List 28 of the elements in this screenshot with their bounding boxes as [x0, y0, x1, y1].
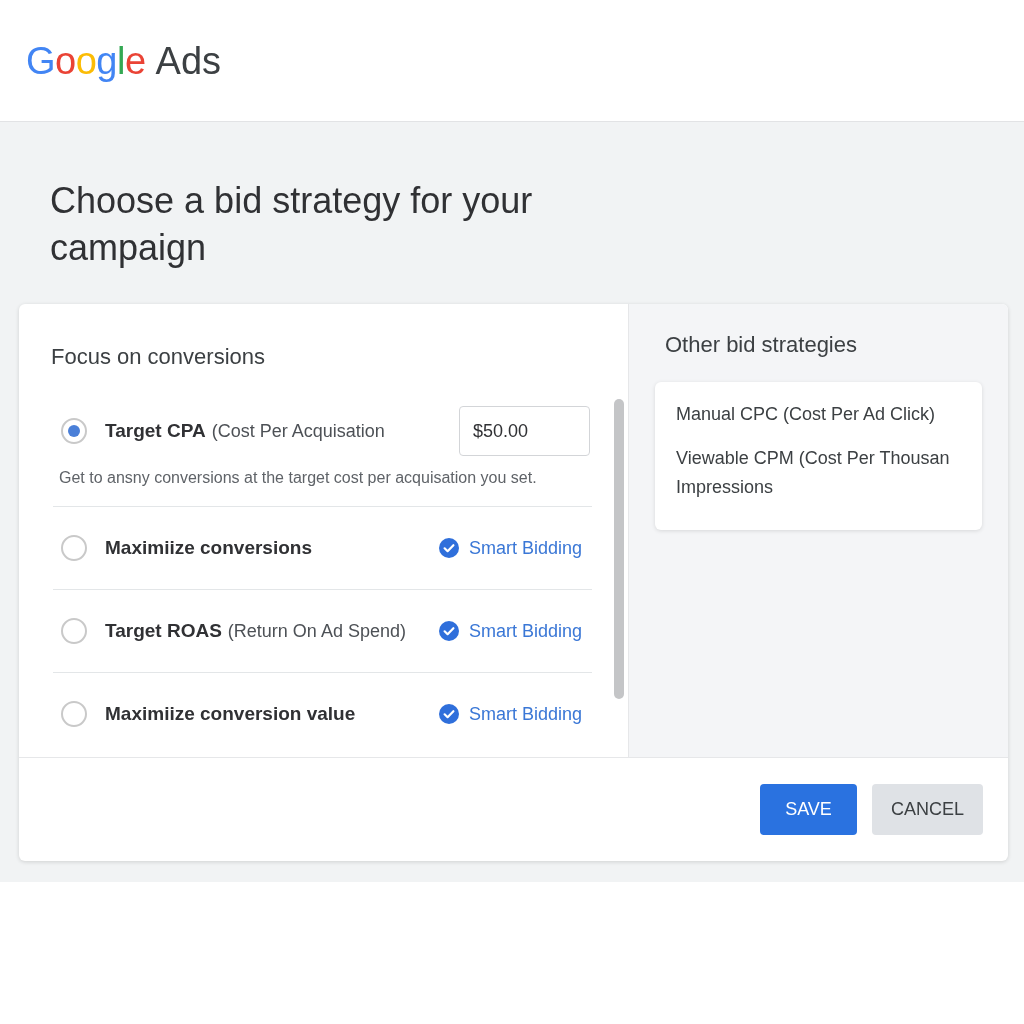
radio-button[interactable]: [61, 701, 87, 727]
save-button[interactable]: SAVE: [760, 784, 857, 835]
option-name: Maximiize conversion value: [105, 703, 356, 725]
radio-button[interactable]: [61, 418, 87, 444]
check-circle-icon: [438, 704, 459, 724]
option-name: Maximiize conversions: [105, 537, 312, 559]
feature-label: Smart Bidding: [468, 537, 582, 559]
strategy-option[interactable]: Viewable CPM (Cost Per Thousan Impressions: [676, 444, 961, 502]
feature-label: Smart Bidding: [468, 703, 582, 725]
option-name: Target ROAS: [105, 620, 222, 642]
section-heading: Other bid strategies: [665, 331, 858, 359]
check-circle-icon: [438, 538, 459, 558]
option-name: Target CPA: [105, 420, 206, 442]
option-detail: (Return On Ad Spend): [227, 621, 406, 642]
option-detail: (Cost Per Acquisation: [211, 421, 385, 442]
logo-wordmark: Google: [26, 38, 146, 83]
scrollbar-thumb[interactable]: [614, 399, 624, 699]
option-description: Get to ansny conversions at the target cost per acquisation you set.: [59, 468, 538, 488]
amount-input[interactable]: $50.00: [459, 406, 590, 456]
strategy-option[interactable]: Manual CPC (Cost Per Ad Click): [676, 400, 961, 429]
product-name: Ads: [155, 38, 222, 83]
check-circle-icon: [438, 621, 459, 641]
radio-button[interactable]: [61, 535, 87, 561]
section-heading: Focus on conversions: [51, 343, 266, 371]
feature-label: Smart Bidding: [468, 620, 582, 642]
page-title: Choose a bid strategy for your campaign: [50, 179, 534, 270]
cancel-button[interactable]: CANCEL: [872, 784, 983, 835]
radio-button[interactable]: [61, 618, 87, 644]
